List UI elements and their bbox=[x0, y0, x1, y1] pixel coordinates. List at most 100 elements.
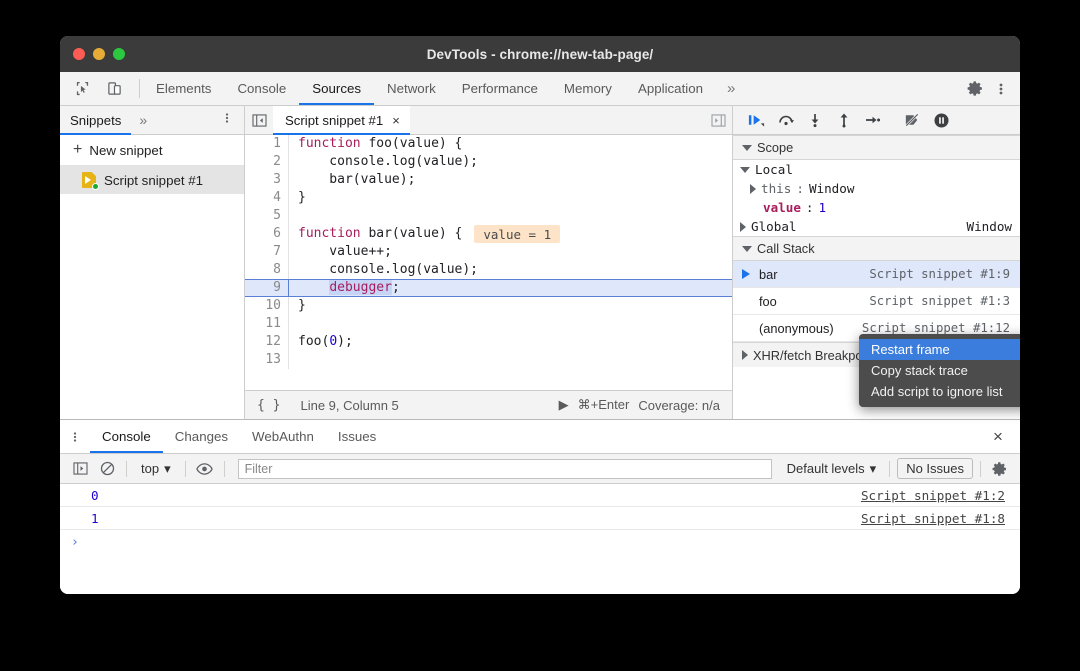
show-debugger-icon[interactable] bbox=[704, 113, 732, 127]
step-over-next-function-call-icon[interactable] bbox=[773, 109, 798, 131]
code-line: 6 function bar(value) {value = 1 bbox=[245, 225, 732, 243]
console-sidebar-icon[interactable] bbox=[68, 458, 92, 480]
navigator-tab-snippets[interactable]: Snippets bbox=[60, 106, 132, 135]
scope-group-local[interactable]: Local bbox=[733, 160, 1020, 179]
minimize-window-button[interactable] bbox=[93, 48, 105, 60]
step-out-of-current-function-icon[interactable] bbox=[831, 109, 856, 131]
close-drawer-icon[interactable]: × bbox=[976, 420, 1020, 453]
create-live-expression-icon[interactable] bbox=[193, 458, 217, 480]
maximize-window-button[interactable] bbox=[113, 48, 125, 60]
tab-application[interactable]: Application bbox=[625, 72, 716, 105]
console-message-source-link[interactable]: Script snippet #1:2 bbox=[861, 488, 1020, 503]
close-icon[interactable]: × bbox=[392, 113, 400, 128]
drawer-tab-changes[interactable]: Changes bbox=[163, 420, 240, 453]
line-content: } bbox=[298, 190, 306, 205]
context-menu-item-restart-frame[interactable]: Restart frame bbox=[859, 339, 1020, 360]
more-options-icon[interactable] bbox=[988, 77, 1014, 101]
pause-on-exceptions-icon[interactable] bbox=[929, 109, 954, 131]
scope-group-value: Window bbox=[966, 219, 1013, 234]
more-tabs-icon[interactable]: » bbox=[716, 72, 746, 105]
console-toolbar-divider-4 bbox=[889, 460, 891, 477]
context-menu-item-copy-stack-trace[interactable]: Copy stack trace bbox=[859, 360, 1020, 381]
snippet-list-item[interactable]: Script snippet #1 bbox=[60, 166, 244, 194]
deactivate-breakpoints-icon[interactable] bbox=[900, 109, 925, 131]
pretty-print-icon[interactable]: { } bbox=[257, 398, 280, 413]
editor-tabbar-right bbox=[704, 113, 732, 127]
devtools-right-tools bbox=[955, 72, 1020, 105]
line-content: debugger; bbox=[329, 280, 400, 295]
device-toolbar-icon[interactable] bbox=[101, 77, 127, 101]
settings-gear-icon[interactable] bbox=[962, 77, 988, 101]
show-navigator-icon[interactable] bbox=[245, 106, 273, 134]
cursor-position: Line 9, Column 5 bbox=[300, 397, 399, 413]
resume-script-execution-icon[interactable] bbox=[744, 109, 769, 131]
call-stack-section-header[interactable]: Call Stack bbox=[733, 236, 1020, 261]
scope-group-global[interactable]: Global Window bbox=[733, 217, 1020, 236]
code-line: 13 bbox=[245, 351, 732, 369]
console-message[interactable]: 0 Script snippet #1:2 bbox=[60, 484, 1020, 507]
console-prompt[interactable]: › bbox=[60, 530, 1020, 554]
line-content bbox=[289, 315, 306, 333]
chevron-down-icon bbox=[742, 144, 752, 151]
call-stack-frame-foo[interactable]: foo Script snippet #1:3 bbox=[733, 288, 1020, 315]
line-number: 4 bbox=[245, 189, 289, 207]
chevron-right-icon[interactable] bbox=[750, 183, 756, 194]
tab-network[interactable]: Network bbox=[374, 72, 449, 105]
console-log-levels-dropdown[interactable]: Default levels ▾ bbox=[781, 461, 883, 477]
drawer-tab-console[interactable]: Console bbox=[90, 420, 163, 453]
scope-row-this[interactable]: this: Window bbox=[733, 179, 1020, 198]
line-content: bar(value); bbox=[298, 172, 416, 187]
code-line: 4} bbox=[245, 189, 732, 207]
current-frame-arrow-icon bbox=[742, 269, 750, 279]
code-line: 1 function foo(value) { bbox=[245, 135, 732, 153]
drawer-more-options-icon[interactable] bbox=[60, 420, 90, 453]
chevron-right-icon[interactable] bbox=[740, 221, 746, 232]
console-filter-input[interactable]: Filter bbox=[237, 458, 772, 479]
sources-navigator: Snippets » + New snippet Script snippet … bbox=[60, 106, 245, 419]
drawer-tab-webauthn[interactable]: WebAuthn bbox=[240, 420, 326, 453]
console-toolbar-divider-3 bbox=[223, 460, 225, 477]
code-line: 7 value++; bbox=[245, 243, 732, 261]
no-issues-button[interactable]: No Issues bbox=[897, 458, 973, 479]
step-into-next-function-call-icon[interactable] bbox=[802, 109, 827, 131]
tab-console[interactable]: Console bbox=[224, 72, 299, 105]
call-stack-frame-bar[interactable]: bar Script snippet #1:9 bbox=[733, 261, 1020, 288]
close-window-button[interactable] bbox=[73, 48, 85, 60]
editor-status-bar: { } Line 9, Column 5 ▶ ⌘+Enter Coverage:… bbox=[245, 390, 732, 419]
line-number: 11 bbox=[245, 315, 289, 333]
code-editor[interactable]: 1 function foo(value) { 2 console.log(val… bbox=[245, 135, 732, 390]
new-snippet-button[interactable]: + New snippet bbox=[60, 135, 244, 166]
scope-value: Window bbox=[808, 181, 855, 196]
console-message-source-link[interactable]: Script snippet #1:8 bbox=[861, 511, 1020, 526]
console-settings-gear-icon[interactable] bbox=[988, 458, 1012, 480]
inspect-element-icon[interactable] bbox=[69, 77, 95, 101]
scope-key: this bbox=[761, 181, 792, 196]
step-icon[interactable] bbox=[860, 109, 885, 131]
context-menu-item-add-script-to-ignore-list[interactable]: Add script to ignore list bbox=[859, 381, 1020, 402]
line-content: function bar(value) { bbox=[298, 226, 463, 241]
frame-name: (anonymous) bbox=[759, 320, 834, 336]
console-message[interactable]: 1 Script snippet #1:8 bbox=[60, 507, 1020, 530]
scope-separator: : bbox=[805, 200, 814, 215]
console-context-selector[interactable]: top ▾ bbox=[134, 461, 178, 477]
console-toolbar-divider-2 bbox=[184, 460, 186, 477]
run-snippet-icon[interactable]: ▶ bbox=[559, 397, 569, 413]
drawer-tab-issues[interactable]: Issues bbox=[326, 420, 388, 453]
scope-row-value[interactable]: value: 1 bbox=[733, 198, 1020, 217]
drawer-tabbar: Console Changes WebAuthn Issues × bbox=[60, 420, 1020, 454]
devtools-main-tabbar: Elements Console Sources Network Perform… bbox=[60, 72, 1020, 106]
scope-section-header[interactable]: Scope bbox=[733, 135, 1020, 160]
new-snippet-label: New snippet bbox=[89, 142, 163, 158]
navigator-overflow-icon[interactable]: » bbox=[131, 112, 155, 128]
coverage-label: Coverage: n/a bbox=[638, 397, 720, 413]
tab-memory[interactable]: Memory bbox=[551, 72, 625, 105]
clear-console-icon[interactable] bbox=[95, 458, 119, 480]
tab-performance[interactable]: Performance bbox=[449, 72, 551, 105]
code-line: 5 bbox=[245, 207, 732, 225]
navigator-more-options-icon[interactable] bbox=[210, 111, 244, 130]
tab-sources[interactable]: Sources bbox=[299, 72, 374, 105]
log-levels-label: Default levels bbox=[786, 461, 865, 476]
tab-elements[interactable]: Elements bbox=[143, 72, 224, 105]
line-number: 10 bbox=[245, 297, 289, 315]
editor-tab-script-snippet[interactable]: Script snippet #1 × bbox=[273, 106, 410, 135]
